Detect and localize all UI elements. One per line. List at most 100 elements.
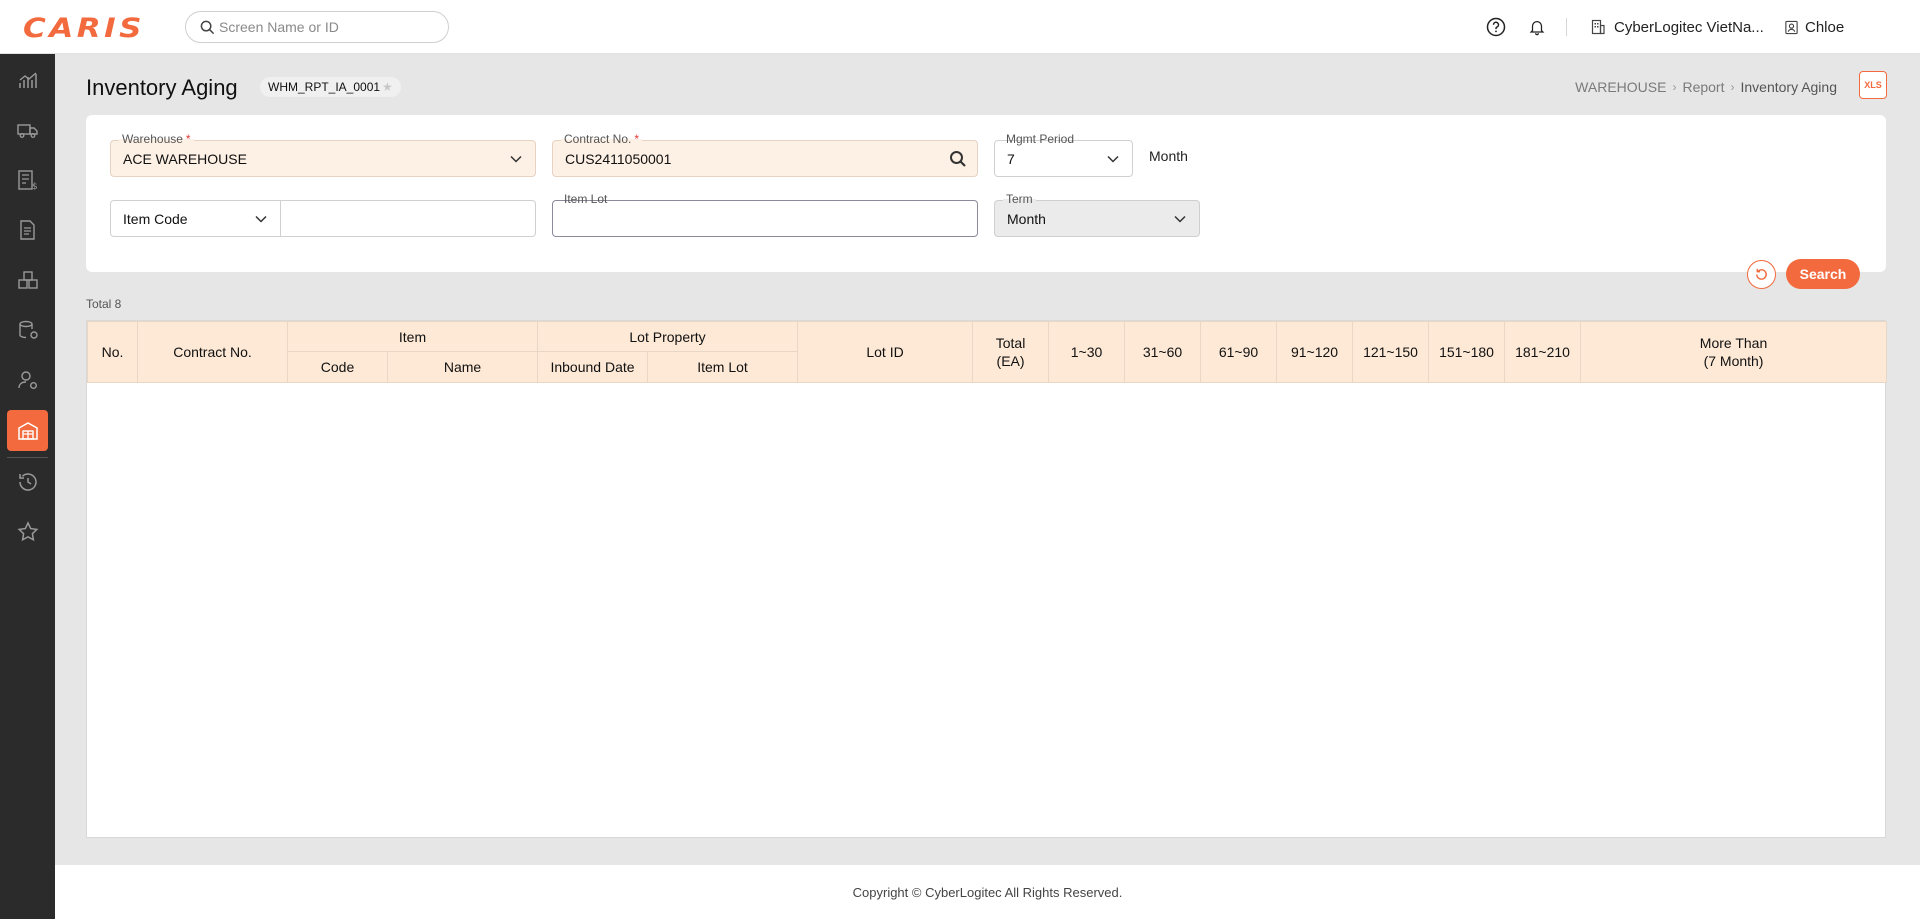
history-icon [18, 472, 37, 491]
org-name: CyberLogitec VietNa... [1614, 18, 1764, 36]
warehouse-select[interactable]: Warehouse * ACE WAREHOUSE [110, 132, 536, 177]
results-table: No. Contract No. Item Lot Property Lot I… [87, 321, 1888, 383]
warehouse-value: ACE WAREHOUSE [123, 150, 247, 167]
column-header-91-120[interactable]: 91~120 [1276, 321, 1354, 383]
column-header-inbound-date[interactable]: Inbound Date [537, 351, 649, 383]
term-select[interactable]: Term Month [994, 192, 1200, 237]
mgmt-period-value: 7 [1007, 150, 1015, 167]
chevron-down-icon [1107, 155, 1119, 163]
help-icon[interactable] [1486, 17, 1506, 37]
top-bar: CARIS CyberLogitec VietNa... Chloe [0, 0, 1920, 54]
item-lot-input[interactable]: Item Lot [552, 192, 978, 237]
search-button[interactable]: Search [1786, 259, 1860, 289]
more-header-line1: More Than [1699, 335, 1768, 351]
footer: Copyright © CyberLogitec All Rights Rese… [55, 865, 1920, 919]
screen-id: WHM_RPT_IA_0001 [268, 80, 381, 94]
contract-no-field[interactable]: Contract No. * CUS2411050001 [552, 132, 978, 177]
column-header-121-150[interactable]: 121~150 [1352, 321, 1430, 383]
column-header-code[interactable]: Code [287, 351, 388, 383]
bell-icon[interactable] [1528, 18, 1546, 36]
column-header-total[interactable]: Total (EA) [972, 321, 1050, 383]
item-type-select[interactable]: Item Code [110, 200, 281, 237]
truck-icon [16, 123, 38, 138]
column-header-lot-id[interactable]: Lot ID [797, 321, 974, 383]
copyright-text: Copyright © CyberLogitec All Rights Rese… [852, 884, 1123, 900]
mgmt-period-select[interactable]: Mgmt Period 7 [994, 132, 1133, 177]
chevron-right-icon: › [1730, 80, 1735, 94]
sidebar-item-favorites[interactable] [7, 511, 48, 552]
chevron-down-icon [1174, 215, 1186, 223]
item-type-value: Item Code [123, 210, 188, 227]
org-selector[interactable]: CyberLogitec VietNa... [1590, 0, 1764, 54]
sidebar-divider [7, 457, 48, 458]
svg-text:$: $ [32, 182, 38, 192]
column-header-1-30[interactable]: 1~30 [1048, 321, 1126, 383]
breadcrumb-item[interactable]: WAREHOUSE [1575, 79, 1666, 95]
user-settings-icon [17, 370, 37, 389]
column-header-151-180[interactable]: 151~180 [1428, 321, 1506, 383]
user-menu[interactable]: Chloe [1784, 0, 1844, 54]
refresh-icon [1756, 268, 1767, 280]
screen-search-input[interactable] [219, 19, 439, 35]
favorite-star-icon[interactable]: ★ [382, 80, 393, 94]
more-header-line2: (7 Month) [1703, 353, 1764, 369]
search-icon [200, 20, 215, 34]
divider [1566, 18, 1567, 36]
sidebar-item-users[interactable] [7, 359, 48, 400]
sidebar: $ [0, 54, 55, 919]
screen-search-box[interactable] [185, 11, 449, 43]
excel-export-button[interactable]: XLS [1859, 71, 1887, 99]
boxes-icon [17, 270, 38, 289]
column-group-item: Item [286, 321, 539, 352]
column-header-contract-no[interactable]: Contract No. [137, 321, 288, 383]
sidebar-item-warehouse[interactable] [7, 410, 48, 451]
warehouse-icon [17, 421, 38, 440]
search-icon[interactable] [949, 150, 967, 168]
column-header-181-210[interactable]: 181~210 [1504, 321, 1582, 383]
xls-icon: XLS [1864, 80, 1882, 90]
total-count: Total 8 [86, 297, 122, 311]
total-header-line1: Total [995, 335, 1026, 351]
screen-id-badge: WHM_RPT_IA_0001 ★ [260, 77, 401, 97]
column-header-item-lot[interactable]: Item Lot [647, 351, 799, 383]
user-badge-icon [1785, 20, 1798, 34]
warehouse-label: Warehouse [122, 132, 183, 146]
item-code-input[interactable] [280, 200, 536, 237]
column-header-name[interactable]: Name [386, 351, 539, 383]
sidebar-item-inventory[interactable] [7, 259, 48, 300]
sidebar-item-billing[interactable]: $ [7, 159, 48, 200]
user-name: Chloe [1805, 18, 1845, 36]
analytics-icon [18, 71, 37, 88]
contract-no-value: CUS2411050001 [565, 150, 672, 167]
database-settings-icon [18, 320, 38, 339]
column-header-31-60[interactable]: 31~60 [1124, 321, 1202, 383]
document-icon [19, 219, 35, 240]
contract-no-label: Contract No. [564, 132, 632, 146]
chevron-down-icon [510, 155, 522, 163]
column-header-61-90[interactable]: 61~90 [1200, 321, 1278, 383]
caris-logo[interactable]: CARIS [23, 13, 145, 44]
sidebar-item-master-data[interactable] [7, 309, 48, 350]
breadcrumb-item[interactable]: Report [1682, 79, 1724, 95]
sidebar-item-transport[interactable] [7, 109, 48, 150]
page-title: Inventory Aging [86, 75, 238, 100]
column-header-no[interactable]: No. [87, 321, 138, 383]
sidebar-item-documents[interactable] [7, 209, 48, 250]
sidebar-item-history[interactable] [7, 461, 48, 502]
item-lot-label: Item Lot [561, 192, 611, 206]
building-icon [1591, 19, 1605, 35]
term-value: Month [1007, 210, 1046, 227]
mgmt-period-unit: Month [1149, 148, 1188, 164]
breadcrumb-item-current: Inventory Aging [1740, 79, 1837, 95]
chevron-right-icon: › [1672, 80, 1677, 94]
billing-icon: $ [17, 169, 38, 192]
breadcrumb: WAREHOUSE › Report › Inventory Aging [1575, 79, 1837, 95]
sidebar-item-analytics[interactable] [7, 59, 48, 100]
column-header-more-than[interactable]: More Than (7 Month) [1580, 321, 1888, 383]
mgmt-period-label: Mgmt Period [1003, 132, 1078, 146]
results-grid: No. Contract No. Item Lot Property Lot I… [86, 320, 1888, 838]
reset-button[interactable] [1747, 260, 1776, 289]
star-icon [17, 520, 38, 541]
column-group-lot-property: Lot Property [537, 321, 799, 352]
chevron-down-icon [255, 215, 267, 223]
